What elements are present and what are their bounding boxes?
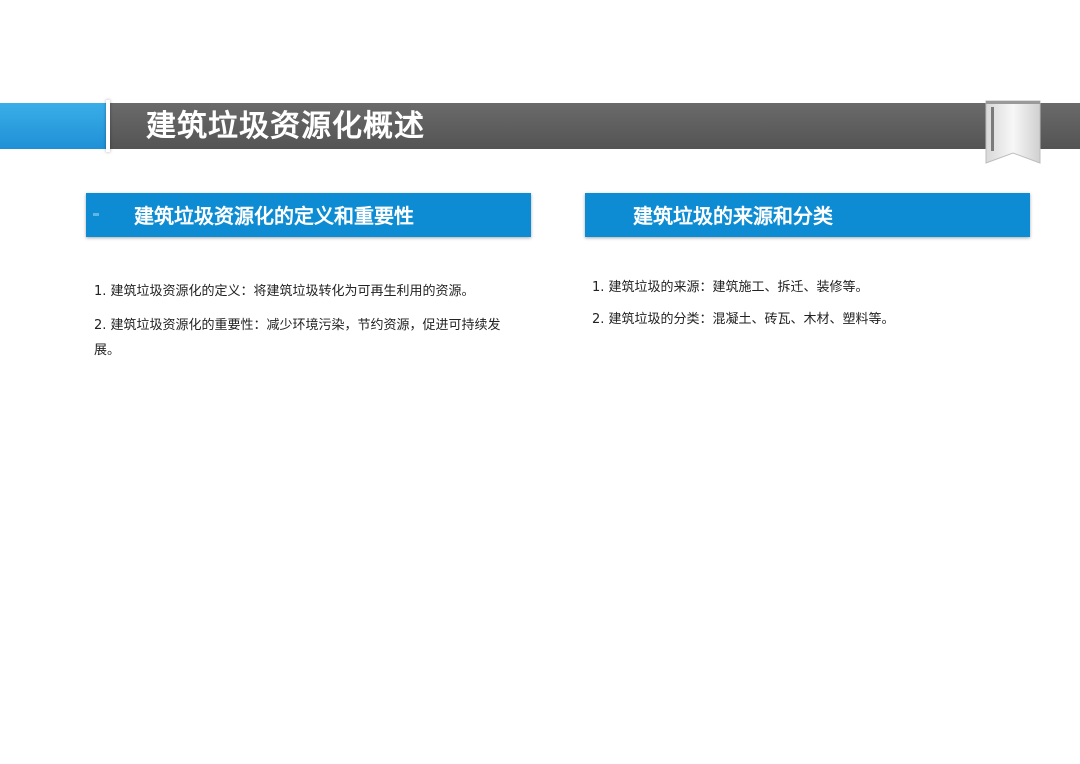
section-header-sources: 建筑垃圾的来源和分类 xyxy=(585,193,1030,237)
title-accent-block xyxy=(0,103,108,149)
section-title: 建筑垃圾资源化的定义和重要性 xyxy=(134,204,414,228)
section-body-definition: 1. 建筑垃圾资源化的定义：将建筑垃圾转化为可再生利用的资源。 2. 建筑垃圾资… xyxy=(94,279,526,372)
section-header-definition: 建筑垃圾资源化的定义和重要性 xyxy=(86,193,531,237)
section-body-sources: 1. 建筑垃圾的来源：建筑施工、拆迁、装修等。 2. 建筑垃圾的分类：混凝土、砖… xyxy=(592,275,1032,339)
bullet-marker xyxy=(93,213,99,216)
title-divider xyxy=(106,100,110,152)
section-title: 建筑垃圾的来源和分类 xyxy=(633,204,833,228)
paragraph-item: 1. 建筑垃圾资源化的定义：将建筑垃圾转化为可再生利用的资源。 xyxy=(94,284,475,299)
paragraph-item: 1. 建筑垃圾的来源：建筑施工、拆迁、装修等。 xyxy=(592,280,869,295)
bookmark-icon xyxy=(985,100,1041,164)
paragraph-item: 2. 建筑垃圾的分类：混凝土、砖瓦、木材、塑料等。 xyxy=(592,312,895,327)
paragraph-item: 2. 建筑垃圾资源化的重要性：减少环境污染，节约资源，促进可持续发展。 xyxy=(94,318,501,358)
page-title: 建筑垃圾资源化概述 xyxy=(146,109,425,144)
